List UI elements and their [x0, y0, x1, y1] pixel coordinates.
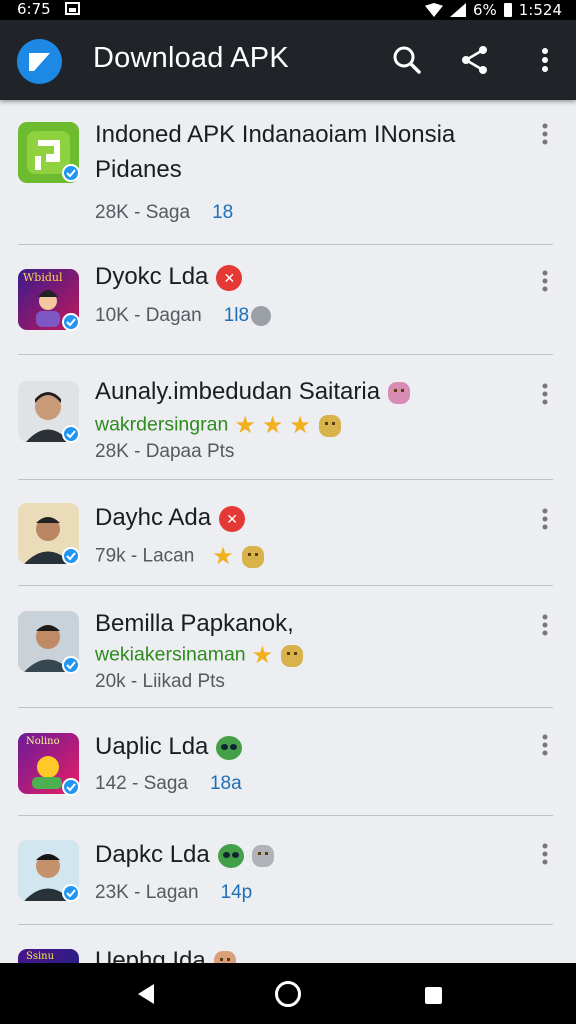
- status-clock: 1:524: [518, 1, 562, 19]
- app-name: Indoned APK Indanaoiam INonsia: [95, 121, 456, 148]
- share-icon[interactable]: [459, 44, 491, 76]
- list-item[interactable]: Ssinu Uephg Ida: [18, 925, 553, 963]
- item-more-icon[interactable]: [537, 613, 553, 639]
- recent-apps-icon[interactable]: [425, 987, 442, 1004]
- more-vert-icon[interactable]: [534, 44, 556, 76]
- app-name-row: Dyokc Lda ✕: [95, 259, 243, 294]
- app-name: Dayhc Ada: [95, 504, 212, 531]
- app-name-row: Aunaly.imbedudan Saitaria: [95, 374, 411, 409]
- app-bar: Download APK: [0, 20, 576, 100]
- app-name: Bemilla Papkanok,: [95, 610, 294, 637]
- list-item[interactable]: Wbidul Dyokc Lda ✕ 10K - Dagan 1l8: [18, 245, 553, 355]
- app-name-row: Dayhc Ada ✕: [95, 500, 246, 535]
- list-item[interactable]: Indoned APK Indanaoiam INonsia Pidanes 2…: [18, 100, 553, 245]
- red-face-emoji-icon: ✕: [216, 264, 243, 291]
- app-count: 18: [212, 202, 234, 223]
- item-more-icon[interactable]: [537, 507, 553, 533]
- app-subtitle: wekiakersinaman: [95, 643, 246, 666]
- app-meta-text: 28K - Saga: [95, 202, 191, 223]
- character-emoji-icon: [318, 414, 341, 437]
- app-meta: 28K - Dapaa Pts: [95, 441, 235, 462]
- app-name-row: Uephg Ida: [95, 943, 236, 963]
- image-notification-icon: [65, 2, 80, 15]
- verified-badge-icon: [62, 313, 80, 331]
- app-meta: 23K - Lagan 14p: [95, 882, 252, 904]
- app-count: 1l8: [223, 305, 250, 326]
- back-icon[interactable]: [136, 983, 156, 1005]
- star-icon: ★: [234, 412, 256, 439]
- app-name-continued: Pidanes: [95, 156, 182, 183]
- verified-badge-icon: [62, 884, 80, 902]
- item-more-icon[interactable]: [537, 122, 553, 148]
- app-count: 18a: [209, 773, 242, 794]
- list-item[interactable]: Dapkc Lda 23K - Lagan 14p: [18, 816, 553, 925]
- item-more-icon[interactable]: [537, 269, 553, 295]
- battery-percent: 6%: [472, 1, 497, 19]
- star-icon: ★: [289, 412, 311, 439]
- phone-screen: 6:75 6% 1:524 Download APK Indoned APK I…: [0, 0, 576, 1024]
- verified-badge-icon: [62, 778, 80, 796]
- app-icon-label: Nolino: [26, 736, 60, 747]
- alien-emoji-icon: [216, 735, 243, 760]
- list-item[interactable]: Nolino Uaplic Lda 142 - Saga 18a: [18, 708, 553, 816]
- item-more-icon[interactable]: [537, 733, 553, 759]
- verified-badge-icon: [62, 164, 80, 182]
- app-name: Uaplic Lda: [95, 733, 209, 760]
- app-meta: 10K - Dagan 1l8: [95, 305, 272, 327]
- app-count: 14p: [220, 882, 253, 903]
- robot-emoji-icon: [251, 844, 274, 867]
- app-meta: 28K - Saga 18: [95, 202, 233, 224]
- app-icon-label: Wbidul: [23, 271, 63, 284]
- star-icon: ★: [251, 642, 274, 669]
- status-time: 6:75: [17, 0, 51, 18]
- navigation-bar: [0, 963, 576, 1024]
- app-title: Download APK: [93, 42, 289, 74]
- item-more-icon[interactable]: [537, 382, 553, 408]
- list-item[interactable]: Aunaly.imbedudan Saitaria wakrdersingran…: [18, 355, 553, 480]
- app-name-row: Uaplic Lda: [95, 729, 243, 764]
- app-name: Aunaly.imbedudan Saitaria: [95, 378, 381, 405]
- app-meta-text: 10K - Dagan: [95, 305, 202, 326]
- app-name: Uephg Ida: [95, 947, 206, 963]
- red-face-emoji-icon: ✕: [219, 505, 246, 532]
- alien-emoji-icon: [217, 843, 244, 868]
- app-meta-text: 79k - Lacan: [95, 545, 195, 567]
- app-meta: 20k - Liikad Pts: [95, 671, 225, 692]
- app-logo-icon: [17, 39, 62, 84]
- grey-face-emoji-icon: [251, 305, 272, 326]
- wifi-icon: [424, 3, 443, 17]
- app-list: Indoned APK Indanaoiam INonsia Pidanes 2…: [0, 100, 576, 963]
- app-meta: 142 - Saga 18a: [95, 773, 242, 795]
- verified-badge-icon: [62, 656, 80, 674]
- app-meta-text: 23K - Lagan: [95, 882, 199, 903]
- app-subtitle: wakrdersingran: [95, 413, 229, 436]
- home-icon[interactable]: [275, 981, 301, 1007]
- list-item[interactable]: Bemilla Papkanok, wekiakersinaman ★ 20k -…: [18, 586, 553, 708]
- app-meta: 79k - Lacan ★: [95, 542, 264, 571]
- app-name: Dapkc Lda: [95, 841, 210, 868]
- verified-badge-icon: [62, 425, 80, 443]
- search-icon[interactable]: [391, 44, 423, 76]
- app-subtitle-row: wakrdersingran ★ ★ ★: [95, 411, 341, 440]
- signal-icon: [449, 3, 466, 17]
- app-icon-label: Ssinu: [26, 951, 55, 962]
- character-emoji-icon: [388, 381, 411, 404]
- app-icon: Ssinu: [18, 949, 79, 963]
- battery-icon: [503, 3, 512, 17]
- verified-badge-icon: [62, 547, 80, 565]
- app-subtitle-row: wekiakersinaman ★: [95, 641, 304, 670]
- status-bar: 6:75 6% 1:524: [0, 0, 576, 20]
- character-emoji-icon: [281, 644, 304, 667]
- app-name-row: Dapkc Lda: [95, 837, 274, 872]
- character-emoji-icon: [213, 950, 236, 963]
- item-more-icon[interactable]: [537, 842, 553, 868]
- app-meta-text: 142 - Saga: [95, 773, 188, 794]
- star-icon: ★: [212, 543, 234, 570]
- star-icon: ★: [261, 412, 284, 439]
- app-name: Dyokc Lda: [95, 263, 209, 290]
- character-emoji-icon: [241, 545, 264, 568]
- list-item[interactable]: Dayhc Ada ✕ 79k - Lacan ★: [18, 480, 553, 586]
